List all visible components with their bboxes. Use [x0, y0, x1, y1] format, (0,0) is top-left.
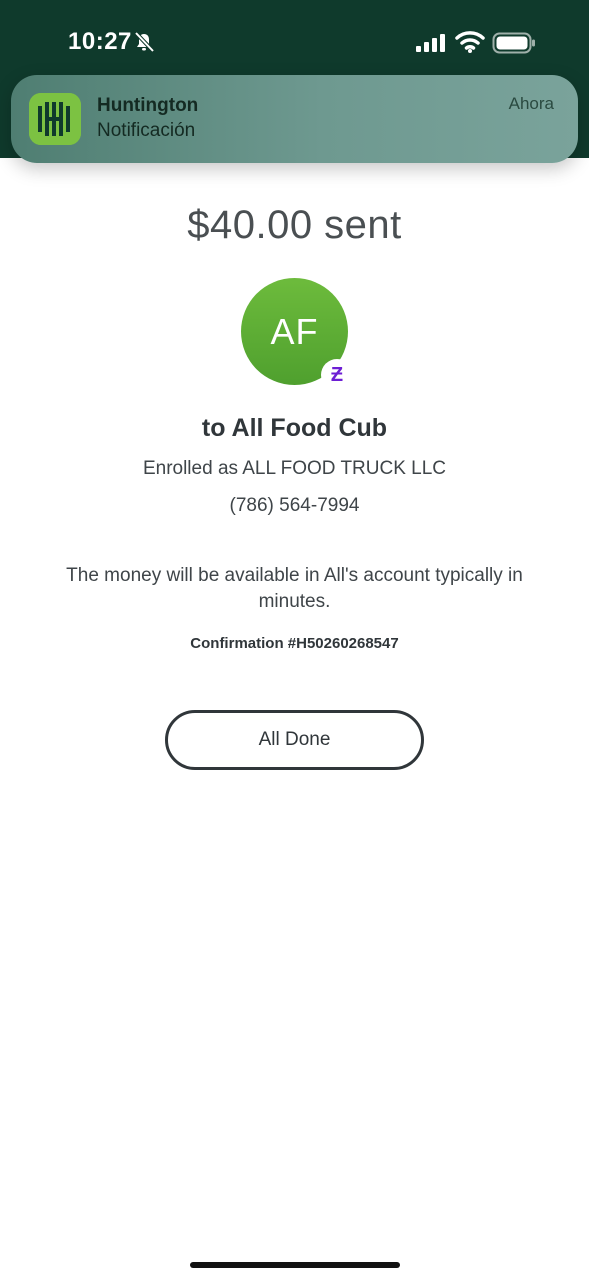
battery-icon: [492, 32, 535, 54]
all-done-button[interactable]: All Done: [165, 710, 424, 770]
status-time: 10:27: [68, 28, 132, 55]
notification-title: Huntington: [97, 95, 199, 116]
availability-message: The money will be available in All's acc…: [66, 565, 523, 612]
enrolled-as-text: Enrolled as ALL FOOD TRUCK LLC: [142, 458, 447, 479]
zelle-icon: Ƶ: [321, 359, 353, 391]
push-notification[interactable]: Huntington Notificación Ahora: [11, 75, 578, 163]
amount-sent-heading: $40.00 sent: [187, 203, 402, 247]
recipient-phone: (786) 564-7994: [229, 495, 360, 516]
wifi-icon: [455, 31, 485, 53]
confirmation-number: Confirmation #H50260268547: [190, 635, 399, 652]
notification-body: Notificación: [97, 120, 196, 141]
recipient-name: to All Food Cub: [201, 414, 388, 442]
screen: 10:27 Huntington Notificación Ahora $40.…: [0, 0, 589, 1280]
huntington-logo-icon: [29, 93, 81, 145]
zelle-badge-glyph: Ƶ: [330, 363, 344, 386]
bell-slash-icon: [134, 31, 155, 53]
avatar-initials: AF: [270, 310, 319, 352]
signal-icon: [416, 34, 445, 52]
home-indicator[interactable]: [190, 1262, 400, 1268]
notification-time: Ahora: [508, 94, 554, 113]
